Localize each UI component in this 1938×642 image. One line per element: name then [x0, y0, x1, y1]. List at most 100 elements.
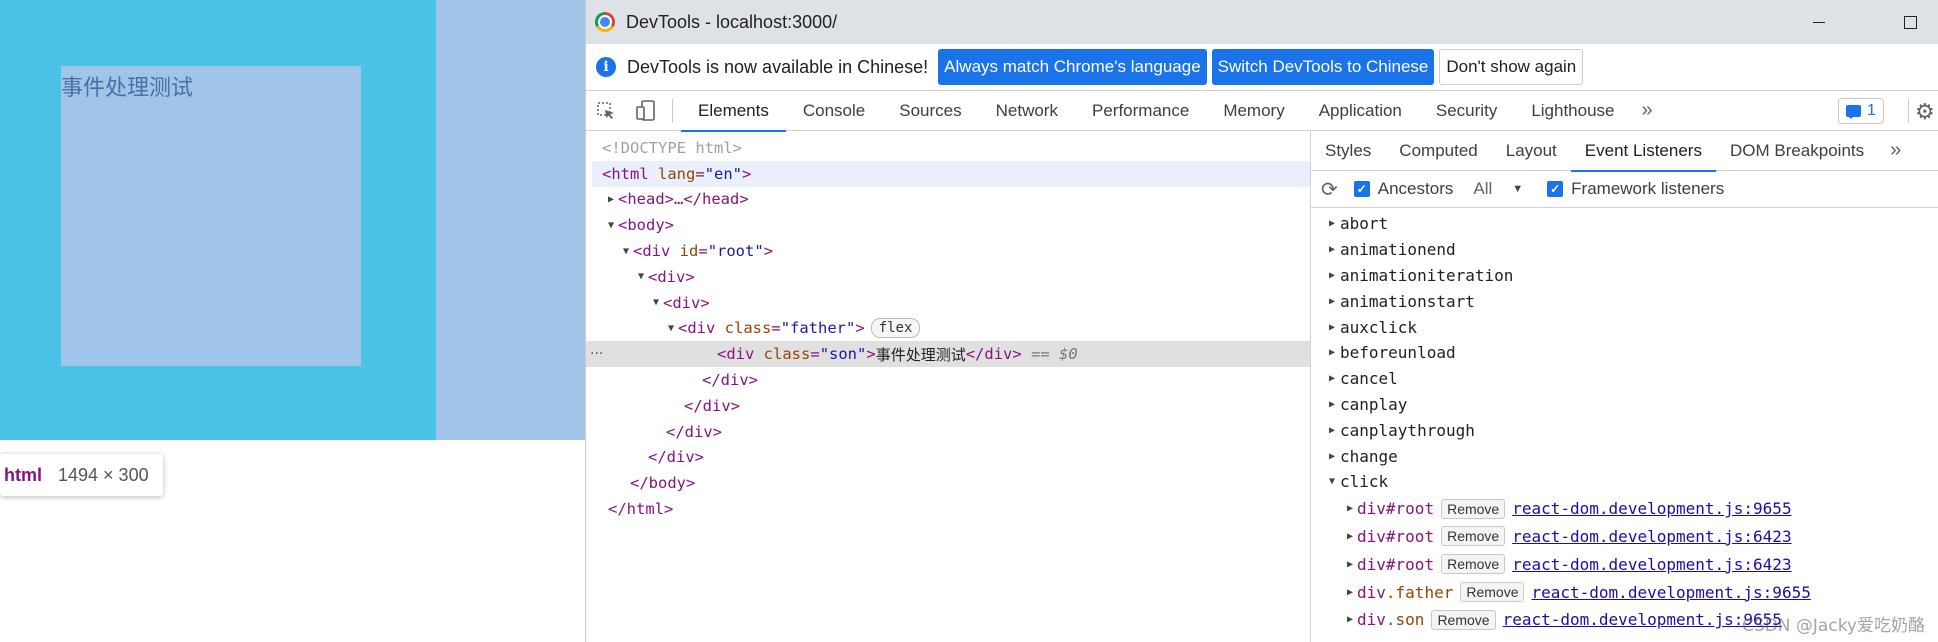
event-item-click[interactable]: ▼ click — [1311, 469, 1938, 495]
expand-triangle-icon[interactable]: ▶ — [1325, 425, 1339, 436]
source-link[interactable]: react-dom.development.js:9655 — [1512, 499, 1791, 518]
source-link[interactable]: react-dom.development.js:9655 — [1531, 583, 1810, 602]
dom-node-close[interactable]: </div> — [586, 393, 1310, 419]
more-tabs-button[interactable]: » — [1632, 99, 1663, 122]
collapse-triangle-icon[interactable]: ▼ — [604, 220, 618, 231]
tab-computed[interactable]: Computed — [1385, 131, 1491, 171]
event-item[interactable]: ▶ animationstart — [1311, 288, 1938, 314]
dom-node-doctype[interactable]: <!DOCTYPE html> — [586, 135, 1310, 161]
expand-triangle-icon[interactable]: ▶ — [1343, 559, 1357, 570]
collapse-triangle-icon[interactable]: ▼ — [619, 246, 633, 257]
framework-listeners-checkbox[interactable]: ✓ — [1547, 181, 1564, 197]
sidebar-more-tabs-button[interactable]: » — [1878, 139, 1901, 162]
source-link[interactable]: react-dom.development.js:9655 — [1503, 610, 1782, 629]
flex-badge[interactable]: flex — [870, 318, 921, 339]
expand-triangle-icon[interactable]: ▶ — [1325, 270, 1339, 281]
event-item[interactable]: ▶ abort — [1311, 211, 1938, 237]
event-item[interactable]: ▶ auxclick — [1311, 314, 1938, 340]
event-item[interactable]: ▶ animationend — [1311, 237, 1938, 263]
tab-security[interactable]: Security — [1419, 91, 1514, 131]
dom-node-body[interactable]: ▼ <body> — [586, 212, 1310, 238]
listener-row[interactable]: ▶ div.father Remove react-dom.developmen… — [1311, 578, 1938, 606]
expand-triangle-icon[interactable]: ▶ — [1325, 451, 1339, 462]
expand-triangle-icon[interactable]: ▶ — [1325, 244, 1339, 255]
switch-chinese-button[interactable]: Switch DevTools to Chinese — [1211, 49, 1435, 85]
collapse-triangle-icon[interactable]: ▼ — [1325, 476, 1339, 487]
dom-node-head[interactable]: ▶ <head>…</head> — [586, 187, 1310, 213]
more-actions-icon[interactable]: ··· — [590, 346, 603, 362]
event-item[interactable]: ▶ beforeunload — [1311, 340, 1938, 366]
dom-node-close[interactable]: </div> — [586, 419, 1310, 445]
expand-triangle-icon[interactable]: ▶ — [1325, 373, 1339, 384]
event-item[interactable]: ▶ canplay — [1311, 392, 1938, 418]
tab-memory[interactable]: Memory — [1206, 91, 1301, 131]
remove-button[interactable]: Remove — [1431, 609, 1496, 630]
tab-layout[interactable]: Layout — [1492, 131, 1571, 171]
source-link[interactable]: react-dom.development.js:6423 — [1512, 555, 1791, 574]
inspect-element-icon[interactable] — [586, 91, 626, 131]
dom-node-close[interactable]: </html> — [586, 496, 1310, 522]
son-text[interactable]: 事件处理测试 — [61, 70, 193, 102]
tab-lighthouse[interactable]: Lighthouse — [1514, 91, 1631, 131]
collapse-triangle-icon[interactable]: ▼ — [649, 297, 663, 308]
filter-select[interactable]: All — [1473, 179, 1492, 199]
expand-triangle-icon[interactable]: ▶ — [1343, 503, 1357, 514]
device-toolbar-icon[interactable] — [626, 91, 666, 131]
listener-row[interactable]: ▶ div#root Remove react-dom.development.… — [1311, 495, 1938, 523]
event-item[interactable]: ▶ canplaythrough — [1311, 417, 1938, 443]
remove-button[interactable]: Remove — [1460, 582, 1525, 603]
expand-triangle-icon[interactable]: ▶ — [604, 194, 618, 205]
minimize-button[interactable] — [1795, 0, 1843, 44]
dom-node-father[interactable]: ▼ <div class = "father" > flex — [586, 316, 1310, 342]
expand-triangle-icon[interactable]: ▶ — [1343, 614, 1357, 625]
collapse-triangle-icon[interactable]: ▼ — [634, 271, 648, 282]
tab-console[interactable]: Console — [786, 91, 882, 131]
expand-triangle-icon[interactable]: ▶ — [1325, 399, 1339, 410]
tab-network[interactable]: Network — [979, 91, 1075, 131]
remove-button[interactable]: Remove — [1441, 526, 1506, 547]
collapse-triangle-icon[interactable]: ▼ — [664, 323, 678, 334]
source-link[interactable]: react-dom.development.js:6423 — [1512, 527, 1791, 546]
tab-elements[interactable]: Elements — [681, 91, 786, 132]
dom-node-div[interactable]: ▼ <div> — [586, 290, 1310, 316]
expand-triangle-icon[interactable]: ▶ — [1325, 322, 1339, 333]
issues-button[interactable]: 1 — [1838, 98, 1884, 124]
dom-tree: <!DOCTYPE html> <html lang = "en" > ▶ <head… — [586, 131, 1311, 642]
dom-node-son[interactable]: ··· <div class = "son" > 事件处理测试 </div> == $0 — [586, 341, 1310, 368]
tab-application[interactable]: Application — [1302, 91, 1419, 131]
dom-node-close[interactable]: </body> — [586, 470, 1310, 496]
issues-count: 1 — [1867, 102, 1876, 119]
match-language-button[interactable]: Always match Chrome's language — [938, 49, 1207, 85]
refresh-icon[interactable]: ⟳ — [1321, 177, 1338, 202]
expand-triangle-icon[interactable]: ▶ — [1325, 347, 1339, 358]
event-item[interactable]: ▶ animationiteration — [1311, 263, 1938, 289]
maximize-button[interactable] — [1886, 0, 1934, 44]
tab-styles[interactable]: Styles — [1311, 131, 1385, 171]
dom-node-close[interactable]: </div> — [586, 445, 1310, 471]
expand-triangle-icon[interactable]: ▶ — [1325, 296, 1339, 307]
tag-name: </div> — [965, 345, 1022, 364]
son-highlight[interactable] — [61, 66, 361, 366]
tab-dom-breakpoints[interactable]: DOM Breakpoints — [1716, 131, 1878, 171]
chevron-down-icon[interactable]: ▼ — [1512, 183, 1523, 195]
tab-sources[interactable]: Sources — [882, 91, 978, 131]
expand-triangle-icon[interactable]: ▶ — [1343, 531, 1357, 542]
remove-button[interactable]: Remove — [1441, 498, 1506, 519]
dont-show-again-button[interactable]: Don't show again — [1439, 49, 1584, 85]
listener-row[interactable]: ▶ div#root Remove react-dom.development.… — [1311, 550, 1938, 578]
dom-node-html[interactable]: <html lang = "en" > — [592, 160, 1310, 187]
ancestors-checkbox[interactable]: ✓ — [1353, 181, 1370, 197]
settings-gear-icon[interactable]: ⚙ — [1915, 99, 1935, 125]
expand-triangle-icon[interactable]: ▶ — [1325, 218, 1339, 229]
listener-row[interactable]: ▶ div#root Remove react-dom.development.… — [1311, 523, 1938, 551]
remove-button[interactable]: Remove — [1441, 554, 1506, 575]
dom-node-close[interactable]: </div> — [586, 367, 1310, 393]
tab-event-listeners[interactable]: Event Listeners — [1570, 131, 1717, 172]
event-name: animationstart — [1340, 291, 1475, 311]
tab-performance[interactable]: Performance — [1075, 91, 1206, 131]
dom-node-root[interactable]: ▼ <div id = "root" > — [586, 238, 1310, 264]
event-item[interactable]: ▶ change — [1311, 443, 1938, 469]
dom-node-div[interactable]: ▼ <div> — [586, 264, 1310, 290]
event-item[interactable]: ▶ cancel — [1311, 366, 1938, 392]
expand-triangle-icon[interactable]: ▶ — [1343, 587, 1357, 598]
